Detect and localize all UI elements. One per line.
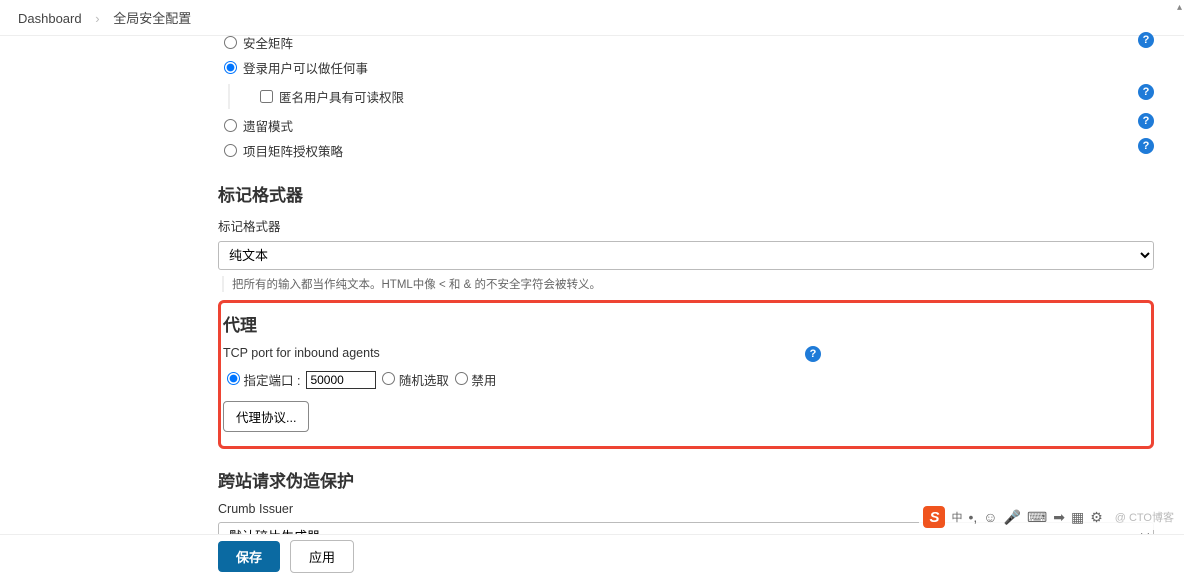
auth-option-logged-anything[interactable]: 登录用户可以做任何事 <box>218 55 1154 80</box>
agent-fixed-label: 指定端口 : <box>243 374 300 388</box>
breadcrumb-dashboard[interactable]: Dashboard <box>18 11 82 26</box>
ime-emoji-icon[interactable]: ☺ <box>983 509 997 525</box>
agent-disable-option[interactable]: 禁用 <box>455 370 497 389</box>
csrf-heading: 跨站请求伪造保护 <box>218 467 1154 492</box>
agent-port-row: 指定端口 : 随机选取 禁用 <box>223 366 821 393</box>
formatter-label: 标记格式器 <box>218 216 1154 235</box>
agent-fixed-option[interactable]: 指定端口 : <box>227 370 300 389</box>
scroll-up-caret: ▴ <box>1177 2 1182 13</box>
radio-random-port[interactable] <box>382 372 395 385</box>
agent-heading: 代理 <box>223 311 821 336</box>
ime-lang[interactable]: 中 <box>951 509 962 525</box>
radio-matrix[interactable] <box>224 36 237 49</box>
anon-read-checkbox-row: 匿名用户具有可读权限 <box>228 84 1154 109</box>
chevron-right-icon: › <box>95 11 99 26</box>
formatter-hint: 把所有的输入都当作纯文本。HTML中像 < 和 & 的不安全字符会被转义。 <box>232 276 601 292</box>
auth-project-matrix-label: 项目矩阵授权策略 <box>243 141 343 160</box>
formatter-heading: 标记格式器 <box>218 181 1154 206</box>
apply-button[interactable]: 应用 <box>290 540 354 573</box>
agent-disable-label: 禁用 <box>471 374 496 388</box>
ime-arrow-icon[interactable]: ➡ <box>1053 509 1065 526</box>
radio-fixed-port[interactable] <box>227 372 240 385</box>
radio-disable-port[interactable] <box>455 372 468 385</box>
help-icon[interactable]: ? <box>1138 84 1154 100</box>
auth-option-project-matrix[interactable]: 项目矩阵授权策略 <box>218 138 1154 163</box>
auth-logged-label: 登录用户可以做任何事 <box>243 58 368 77</box>
help-icon[interactable]: ? <box>1138 113 1154 129</box>
agent-random-label: 随机选取 <box>399 374 449 388</box>
ime-grid-icon[interactable]: ▦ <box>1071 509 1084 526</box>
help-icon[interactable]: ? <box>805 346 821 362</box>
agent-protocol-button[interactable]: 代理协议... <box>223 401 309 432</box>
footer-bar: 保存 应用 <box>0 534 1184 578</box>
ime-mic-icon[interactable]: 🎤 <box>1004 509 1021 526</box>
auth-matrix-label: 安全矩阵 <box>243 33 293 52</box>
agent-section-highlight: 代理 TCP port for inbound agents ? 指定端口 : … <box>218 300 1154 449</box>
main-scroll[interactable]: 安全矩阵 登录用户可以做任何事 ? 匿名用户具有可读权限 ? 遗留模式 ? 项目… <box>0 30 1170 534</box>
auth-option-matrix[interactable]: 安全矩阵 <box>218 30 1154 55</box>
radio-logged[interactable] <box>224 61 237 74</box>
help-icon[interactable]: ? <box>1138 138 1154 154</box>
radio-project-matrix[interactable] <box>224 144 237 157</box>
ime-gear-icon[interactable]: ⚙ <box>1090 509 1103 526</box>
agent-random-option[interactable]: 随机选取 <box>382 370 449 389</box>
help-icon[interactable]: ? <box>1138 32 1154 48</box>
anon-read-label: 匿名用户具有可读权限 <box>279 87 404 106</box>
agent-tcp-label: TCP port for inbound agents <box>223 346 797 360</box>
ime-punct-icon[interactable]: •, <box>968 509 977 525</box>
breadcrumb-current[interactable]: 全局安全配置 <box>113 11 191 26</box>
watermark-text: @ CTO博客 <box>1115 509 1174 525</box>
radio-legacy[interactable] <box>224 119 237 132</box>
sogou-icon: S <box>923 506 945 528</box>
save-button[interactable]: 保存 <box>218 541 280 572</box>
agent-port-input[interactable] <box>306 371 376 389</box>
anon-read-checkbox[interactable] <box>260 90 273 103</box>
auth-option-legacy[interactable]: 遗留模式 <box>218 113 1154 138</box>
ime-keyboard-icon[interactable]: ⌨ <box>1027 509 1047 526</box>
ime-overlay: S 中 •, ☺ 🎤 ⌨ ➡ ▦ ⚙ @ CTO博客 <box>919 504 1178 530</box>
formatter-select[interactable]: 纯文本 <box>218 241 1154 270</box>
auth-legacy-label: 遗留模式 <box>243 116 293 135</box>
formatter-hint-row: 把所有的输入都当作纯文本。HTML中像 < 和 & 的不安全字符会被转义。 <box>218 270 1154 294</box>
